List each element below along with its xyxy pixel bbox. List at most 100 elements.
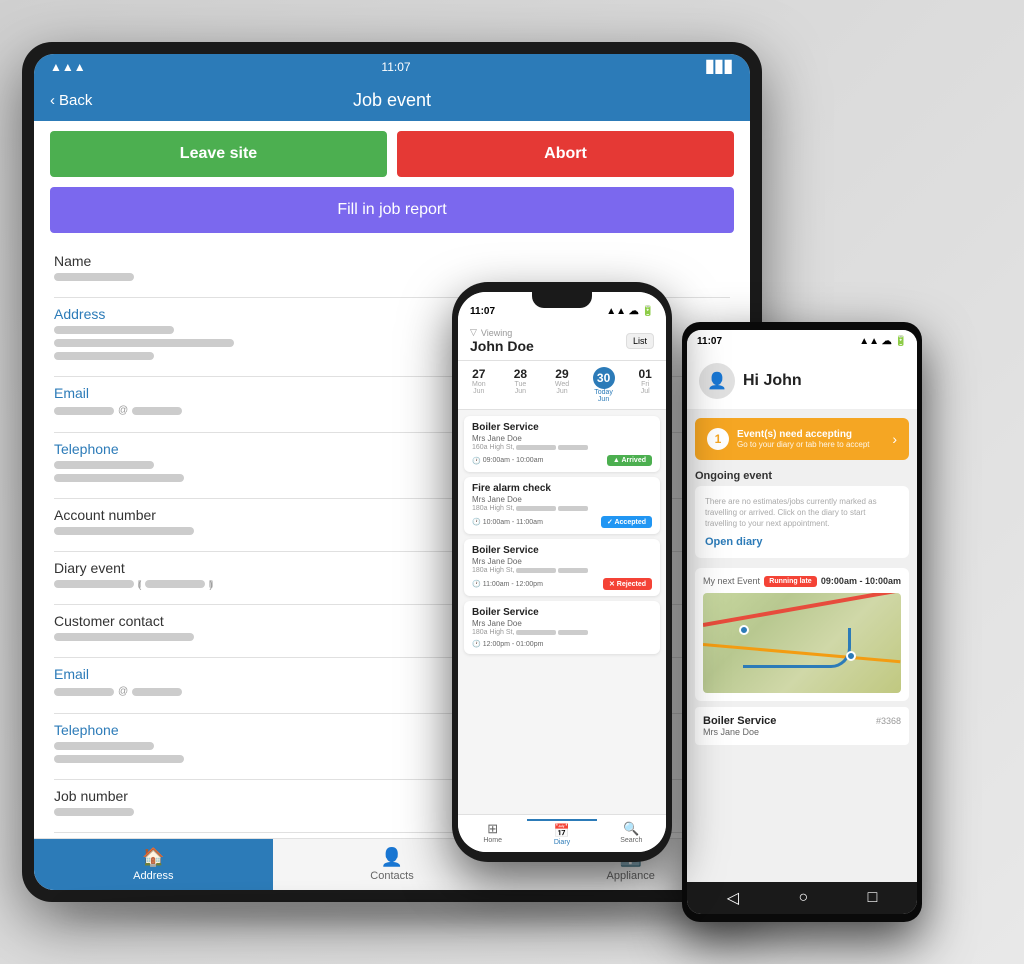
clock-icon-3: 🕐: [472, 580, 481, 588]
clock-icon-2: 🕐: [472, 518, 481, 526]
pr-event-id: #3368: [876, 716, 901, 726]
wifi-icon: ▲▲▲: [50, 60, 86, 74]
pr-header: 👤 Hi John: [687, 353, 917, 410]
leave-site-button[interactable]: Leave site: [50, 131, 387, 177]
back-label: Back: [59, 92, 92, 109]
pr-event-name: Boiler Service: [703, 715, 776, 727]
pm-customer-name: John Doe: [470, 338, 534, 354]
pm-event-1-badge: ▲ Arrived: [607, 455, 652, 466]
pm-event-2-badge: ✓ Accepted: [601, 516, 652, 528]
pm-event-2-footer: 🕐 10:00am - 11:00am ✓ Accepted: [472, 516, 652, 528]
pm-event-4-person: Mrs Jane Doe: [472, 619, 652, 628]
pr-ongoing-card: There are no estimates/jobs currently ma…: [695, 486, 909, 558]
pm-date-01[interactable]: 01 Fri Jul: [624, 367, 666, 403]
pm-event-3-title: Boiler Service: [472, 545, 652, 556]
pr-nav-recent-icon[interactable]: □: [868, 889, 878, 907]
pm-event-1-person: Mrs Jane Doe: [472, 434, 652, 443]
tablet-time: 11:07: [381, 60, 410, 74]
pm-event-3-footer: 🕐 11:00am - 12:00pm ✕ Rejected: [472, 578, 652, 590]
tab-address[interactable]: 🏠 Address: [34, 839, 273, 890]
pm-date-29[interactable]: 29 Wed Jun: [541, 367, 583, 403]
pr-signal-icons: ▲▲ ☁ 🔋: [859, 336, 907, 347]
pr-greeting: Hi John: [743, 372, 802, 390]
pr-content: 1 Event(s) need accepting Go to your dia…: [687, 410, 917, 882]
battery-icon: ▊▊▊: [706, 60, 734, 74]
pr-banner-count: 1: [707, 428, 729, 450]
pm-event-1-addr: 160a High St,: [472, 444, 652, 451]
pr-banner-title: Event(s) need accepting: [737, 429, 892, 440]
pm-event-2[interactable]: Fire alarm check Mrs Jane Doe 180a High …: [464, 477, 660, 534]
field-name: Name: [54, 253, 730, 281]
tablet-status-bar: ▲▲▲ 11:07 ▊▊▊: [34, 54, 750, 80]
pm-nav-home[interactable]: ⊞ Home: [458, 819, 527, 848]
pr-ongoing-text: There are no estimates/jobs currently ma…: [705, 496, 899, 530]
pm-event-4-footer: 🕐 12:00pm - 01:00pm: [472, 640, 652, 648]
pr-map-route: [743, 628, 852, 668]
pr-banner-subtitle: Go to your diary or tab here to accept: [737, 440, 892, 449]
pr-accept-banner[interactable]: 1 Event(s) need accepting Go to your dia…: [695, 418, 909, 460]
pm-event-3-addr: 180a High St,: [472, 567, 652, 574]
pr-nav-back-icon[interactable]: ◁: [727, 888, 739, 908]
open-diary-link[interactable]: Open diary: [705, 536, 899, 548]
pr-nav-home-icon[interactable]: ○: [798, 889, 808, 907]
tablet-action-row: Leave site Abort: [34, 121, 750, 187]
pr-map: [703, 593, 901, 693]
pm-date-30[interactable]: 30 Today Jun: [583, 367, 625, 403]
pm-date-27[interactable]: 27 Mon Jun: [458, 367, 500, 403]
pm-date-nav: 27 Mon Jun 28 Tue Jun 29 Wed Jun 30 Toda…: [458, 361, 666, 410]
pm-viewing-label: ▽ Viewing: [470, 327, 534, 338]
viewing-icon: ▽: [470, 327, 477, 338]
pm-nav-search[interactable]: 🔍 Search: [597, 819, 666, 848]
pm-list-button[interactable]: List: [626, 333, 654, 349]
nav-title: Job event: [353, 90, 431, 111]
field-name-label: Name: [54, 253, 730, 269]
phone-middle-device: 11:07 ▲▲ ☁ 🔋 ▽ Viewing John Doe List: [452, 282, 672, 862]
phone-middle-time: 11:07: [470, 306, 495, 317]
pr-avatar: 👤: [699, 363, 735, 399]
pm-event-4[interactable]: Boiler Service Mrs Jane Doe 180a High St…: [464, 601, 660, 654]
field-job-number-value: [54, 808, 134, 816]
pm-event-3-badge: ✕ Rejected: [603, 578, 652, 590]
address-icon: 🏠: [142, 847, 164, 868]
pm-header: ▽ Viewing John Doe List: [458, 321, 666, 361]
field-account-value: [54, 527, 194, 535]
pr-next-event-card: My next Event Running late 09:00am - 10:…: [695, 568, 909, 701]
pm-event-3-person: Mrs Jane Doe: [472, 557, 652, 566]
phone-notch: [532, 292, 592, 308]
clock-icon-4: 🕐: [472, 640, 481, 648]
pr-event-info-card: Boiler Service #3368 Mrs Jane Doe: [695, 707, 909, 745]
pr-ongoing-title: Ongoing event: [695, 470, 909, 482]
contacts-icon: 👤: [381, 847, 403, 868]
field-customer-contact-value: [54, 633, 194, 641]
pr-next-label: My next Event: [703, 576, 760, 586]
diary-icon: 📅: [554, 823, 570, 839]
pr-event-client: Mrs Jane Doe: [703, 727, 901, 737]
pr-banner-text: Event(s) need accepting Go to your diary…: [737, 429, 892, 449]
field-name-value: [54, 273, 134, 281]
pm-bottom-nav: ⊞ Home 📅 Diary 🔍 Search: [458, 814, 666, 852]
pm-event-2-person: Mrs Jane Doe: [472, 495, 652, 504]
back-button[interactable]: ‹ Back: [50, 92, 92, 109]
pm-event-1-footer: 🕐 09:00am - 10:00am ▲ Arrived: [472, 455, 652, 466]
fill-report-button[interactable]: Fill in job report: [50, 187, 734, 233]
pm-event-1[interactable]: Boiler Service Mrs Jane Doe 160a High St…: [464, 416, 660, 472]
pm-event-1-title: Boiler Service: [472, 422, 652, 433]
pm-event-3[interactable]: Boiler Service Mrs Jane Doe 180a High St…: [464, 539, 660, 596]
phone-right-device: 11:07 ▲▲ ☁ 🔋 👤 Hi John 1 Event(s) need a…: [682, 322, 922, 922]
pm-events-list: Boiler Service Mrs Jane Doe 160a High St…: [458, 410, 666, 814]
abort-button[interactable]: Abort: [397, 131, 734, 177]
pr-next-header: My next Event Running late 09:00am - 10:…: [703, 576, 901, 587]
pm-event-2-title: Fire alarm check: [472, 483, 652, 494]
pr-next-time: 09:00am - 10:00am: [821, 576, 901, 586]
pr-map-dest-dot: [846, 651, 856, 661]
back-chevron-icon: ‹: [50, 92, 55, 109]
pr-banner-arrow-icon: ›: [892, 431, 897, 447]
pm-event-4-title: Boiler Service: [472, 607, 652, 618]
tablet-nav-bar: ‹ Back Job event: [34, 80, 750, 121]
pm-nav-diary[interactable]: 📅 Diary: [527, 819, 596, 848]
pm-date-28[interactable]: 28 Tue Jun: [500, 367, 542, 403]
scene: ▲▲▲ 11:07 ▊▊▊ ‹ Back Job event Leave sit…: [22, 22, 1002, 942]
pr-time: 11:07: [697, 336, 722, 347]
search-icon: 🔍: [623, 821, 639, 837]
pm-event-4-addr: 180a High St,: [472, 629, 652, 636]
